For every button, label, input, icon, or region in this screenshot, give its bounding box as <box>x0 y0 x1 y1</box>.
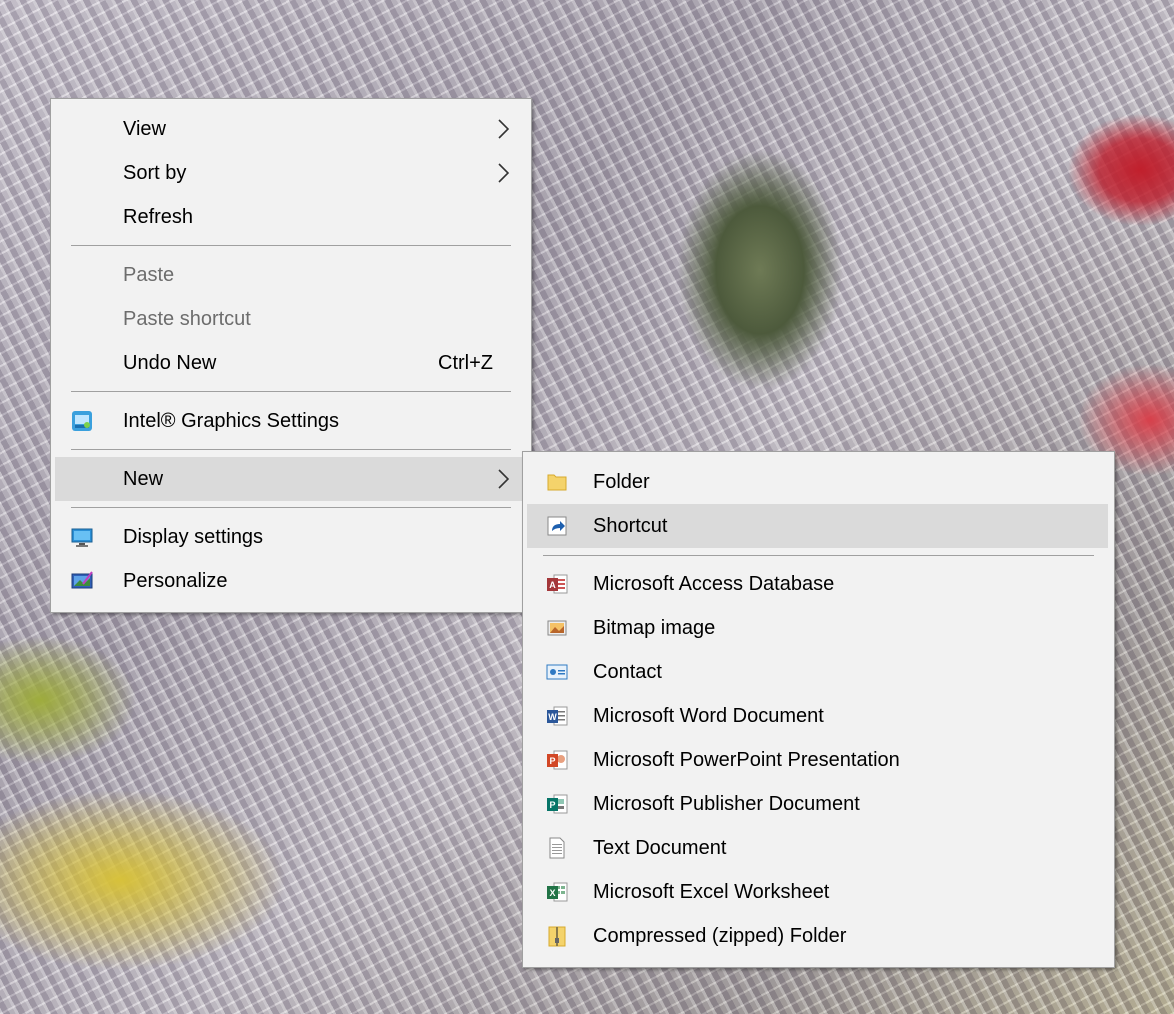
desktop-context-menu: View Sort by Refresh Paste Paste shortcu… <box>50 98 532 613</box>
publisher-icon: P <box>547 794 568 814</box>
menu-item-label: Display settings <box>123 525 264 548</box>
zip-folder-icon <box>548 926 566 947</box>
svg-text:P: P <box>549 800 555 810</box>
submenu-item-label: Microsoft Publisher Document <box>593 792 860 815</box>
menu-item-label: View <box>123 117 166 140</box>
submenu-item-label: Text Document <box>593 836 727 859</box>
keyboard-shortcut: Ctrl+Z <box>438 351 493 374</box>
submenu-item-access-database[interactable]: A Microsoft Access Database <box>527 562 1108 606</box>
menu-item-label: Refresh <box>123 205 194 228</box>
menu-item-intel-graphics[interactable]: Intel® Graphics Settings <box>55 399 527 443</box>
submenu-item-bitmap[interactable]: Bitmap image <box>527 606 1108 650</box>
svg-text:W: W <box>548 712 557 722</box>
chevron-right-icon <box>498 469 510 489</box>
submenu-item-contact[interactable]: Contact <box>527 650 1108 694</box>
submenu-item-label: Compressed (zipped) Folder <box>593 924 847 947</box>
access-icon: A <box>547 574 568 594</box>
menu-item-personalize[interactable]: Personalize <box>55 559 527 603</box>
text-document-icon <box>549 837 565 859</box>
menu-item-label: Paste <box>123 263 175 286</box>
menu-separator <box>71 245 511 246</box>
submenu-item-word[interactable]: W Microsoft Word Document <box>527 694 1108 738</box>
submenu-item-text-document[interactable]: Text Document <box>527 826 1108 870</box>
menu-item-refresh[interactable]: Refresh <box>55 195 527 239</box>
menu-item-label: Paste shortcut <box>123 307 251 330</box>
display-settings-icon <box>71 528 93 547</box>
menu-item-view[interactable]: View <box>55 107 527 151</box>
menu-item-paste-shortcut[interactable]: Paste shortcut <box>55 297 527 341</box>
submenu-item-publisher[interactable]: P Microsoft Publisher Document <box>527 782 1108 826</box>
svg-text:X: X <box>549 888 555 898</box>
menu-separator <box>71 449 511 450</box>
submenu-item-shortcut[interactable]: Shortcut <box>527 504 1108 548</box>
menu-separator <box>543 555 1094 556</box>
menu-item-sort-by[interactable]: Sort by <box>55 151 527 195</box>
submenu-item-excel[interactable]: X Microsoft Excel Worksheet <box>527 870 1108 914</box>
svg-text:P: P <box>549 756 555 766</box>
new-submenu: Folder Shortcut A Microsoft Access Datab… <box>522 451 1115 968</box>
submenu-item-powerpoint[interactable]: P Microsoft PowerPoint Presentation <box>527 738 1108 782</box>
personalize-icon <box>71 571 93 589</box>
submenu-item-label: Microsoft PowerPoint Presentation <box>593 748 900 771</box>
submenu-item-label: Microsoft Excel Worksheet <box>593 880 830 903</box>
svg-text:A: A <box>549 580 556 590</box>
contact-icon <box>546 664 568 680</box>
chevron-right-icon <box>498 163 510 183</box>
submenu-item-label: Shortcut <box>593 514 668 537</box>
menu-item-undo-new[interactable]: Undo New Ctrl+Z <box>55 341 527 385</box>
menu-item-display-settings[interactable]: Display settings <box>55 515 527 559</box>
menu-item-label: Personalize <box>123 569 228 592</box>
submenu-item-zip-folder[interactable]: Compressed (zipped) Folder <box>527 914 1108 958</box>
submenu-item-label: Contact <box>593 660 662 683</box>
chevron-right-icon <box>498 119 510 139</box>
submenu-item-label: Folder <box>593 470 650 493</box>
submenu-item-label: Microsoft Access Database <box>593 572 835 595</box>
menu-item-label: Undo New <box>123 351 217 374</box>
menu-item-label: Sort by <box>123 161 187 184</box>
powerpoint-icon: P <box>547 750 568 770</box>
submenu-item-folder[interactable]: Folder <box>527 460 1108 504</box>
menu-item-new[interactable]: New <box>55 457 527 501</box>
excel-icon: X <box>547 882 568 902</box>
menu-item-label: Intel® Graphics Settings <box>123 409 339 432</box>
intel-graphics-icon <box>72 411 92 431</box>
menu-separator <box>71 507 511 508</box>
submenu-item-label: Bitmap image <box>593 616 716 639</box>
submenu-item-label: Microsoft Word Document <box>593 704 824 727</box>
folder-icon <box>547 474 567 491</box>
shortcut-icon <box>547 516 567 536</box>
menu-item-paste[interactable]: Paste <box>55 253 527 297</box>
bitmap-image-icon <box>547 620 567 636</box>
menu-item-label: New <box>123 467 164 490</box>
menu-separator <box>71 391 511 392</box>
word-icon: W <box>547 706 568 726</box>
